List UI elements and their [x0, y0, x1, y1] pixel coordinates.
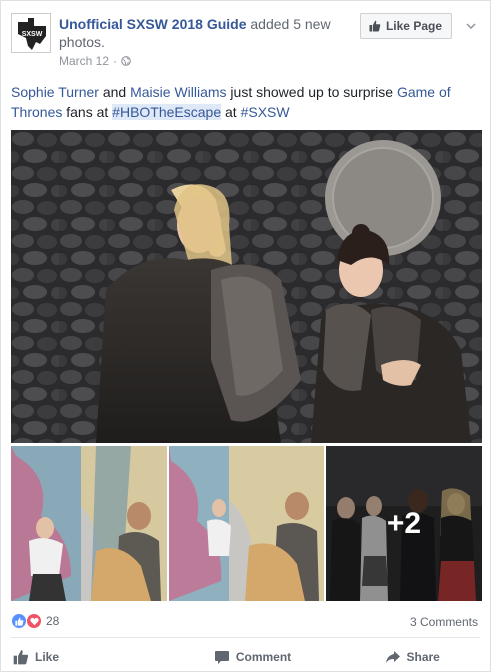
page-avatar[interactable]: SXSW [11, 13, 51, 53]
main-photo[interactable] [11, 130, 482, 443]
share-arrow-icon [385, 651, 400, 663]
meta-separator: · [113, 54, 118, 68]
more-photos-overlay[interactable]: +2 [326, 446, 482, 601]
photo-image [11, 130, 482, 443]
globe-icon [121, 56, 131, 66]
chevron-down-icon [466, 23, 476, 29]
action-divider [11, 637, 480, 638]
thumbnail-photo-1[interactable] [11, 446, 167, 601]
text-at: at [221, 104, 241, 120]
like-page-label: Like Page [385, 19, 442, 33]
comment-button[interactable]: Comment [173, 642, 333, 672]
sxsw-logo-icon: SXSW [18, 18, 46, 50]
svg-text:SXSW: SXSW [22, 31, 43, 38]
thumbnail-photo-2[interactable] [169, 446, 324, 601]
post-headline: Unofficial SXSW 2018 Guide added 5 new p… [59, 15, 359, 51]
reaction-summary[interactable]: 28 [11, 613, 59, 629]
post-options-chevron[interactable] [462, 17, 480, 35]
more-photos-count: +2 [386, 506, 422, 540]
post-meta: March 12 · [59, 54, 131, 68]
mention-maisie-williams[interactable]: Maisie Williams [130, 84, 226, 100]
mention-sophie-turner[interactable]: Sophie Turner [11, 84, 99, 100]
text-fans-at: fans at [62, 104, 113, 120]
photo-image [11, 446, 167, 601]
thumbnail-photo-3[interactable]: +2 [326, 446, 482, 601]
like-button[interactable]: Like [1, 642, 173, 672]
post-card: SXSW Unofficial SXSW 2018 Guide added 5 … [0, 0, 491, 672]
share-button[interactable]: Share [332, 642, 491, 672]
hashtag-sxsw[interactable]: #SXSW [241, 104, 290, 120]
post-date[interactable]: March 12 [59, 54, 109, 68]
like-label: Like [35, 650, 60, 664]
comment-label: Comment [235, 650, 292, 664]
text-middle: just showed up to surprise [226, 84, 397, 100]
text-and: and [98, 84, 131, 100]
comments-count-link[interactable]: 3 Comments [410, 615, 478, 629]
thumbs-up-icon [14, 617, 23, 626]
comment-bubble-icon [214, 651, 229, 664]
post-actions: Like Comment Share [1, 642, 491, 672]
post-message: Sophie Turner and Maisie Williams just s… [11, 82, 481, 122]
love-reaction-icon [26, 613, 42, 629]
heart-icon [29, 617, 39, 625]
photo-image [169, 446, 324, 601]
page-name-link[interactable]: Unofficial SXSW 2018 Guide [59, 16, 247, 32]
post-header: SXSW Unofficial SXSW 2018 Guide added 5 … [11, 13, 480, 68]
reaction-count: 28 [46, 614, 60, 628]
share-label: Share [406, 650, 440, 664]
like-reaction-icon [11, 613, 27, 629]
like-page-button[interactable]: Like Page [359, 13, 452, 39]
hashtag-hbotheescape[interactable]: #HBOTheEscape [112, 104, 222, 120]
thumbs-up-icon [369, 20, 381, 32]
thumbs-up-icon [13, 650, 29, 665]
